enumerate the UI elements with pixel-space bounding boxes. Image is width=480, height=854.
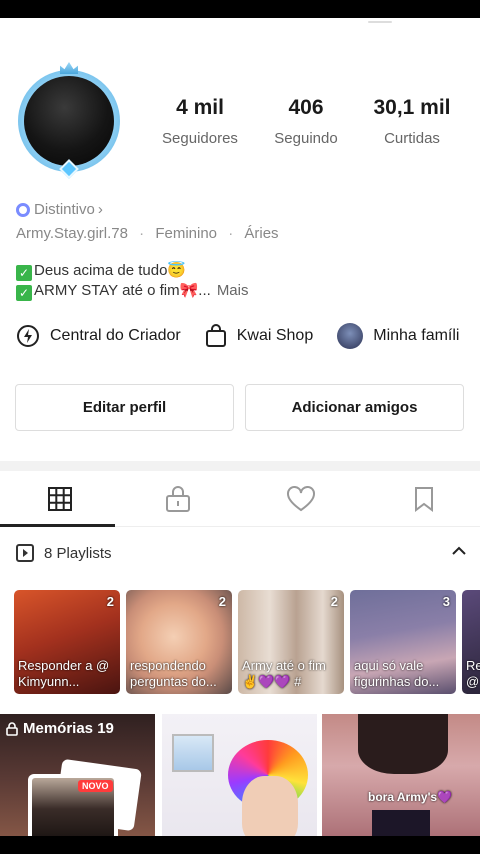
- frame-crown-icon: [60, 62, 78, 74]
- add-friends-button[interactable]: Adicionar amigos: [245, 384, 464, 431]
- chevron-up-icon[interactable]: [452, 546, 466, 556]
- playlist-caption: respondendo perguntas do...: [130, 658, 217, 689]
- playlist-count: 2: [106, 594, 114, 609]
- video-tile[interactable]: [162, 714, 317, 836]
- bio-line-1-text: Deus acima de tudo: [34, 262, 168, 279]
- profile-info: Army.Stay.girl.78 · Feminino · Áries: [16, 225, 279, 242]
- status-indicator: [368, 21, 392, 23]
- tab-posts[interactable]: [0, 471, 120, 527]
- bio-ellipsis: ...: [198, 282, 211, 299]
- creator-center-link[interactable]: Central do Criador: [16, 324, 181, 348]
- chevron-right-icon: ›: [97, 201, 103, 218]
- memories-tile[interactable]: Memórias 19 NOVO: [0, 714, 155, 836]
- lightning-icon: [16, 324, 40, 348]
- playlist-card[interactable]: 2 respondendo perguntas do...: [126, 590, 232, 694]
- badge-link[interactable]: Distintivo ›: [16, 201, 103, 218]
- separator: ·: [228, 225, 234, 242]
- kwai-shop-label: Kwai Shop: [236, 327, 314, 344]
- family-avatar: [337, 323, 364, 349]
- grid-icon: [48, 487, 72, 511]
- video-caption: bora Army's💜: [368, 790, 453, 804]
- bio-emoji: 🎀: [179, 282, 199, 299]
- bookmark-icon: [415, 487, 433, 512]
- person-hair: [358, 714, 448, 774]
- person-face: [242, 776, 298, 836]
- playlist-caption: Army até o fim ✌💜💜 #: [242, 658, 326, 689]
- playlist-count: 3: [442, 594, 450, 609]
- heart-icon: [287, 486, 315, 512]
- edit-profile-button[interactable]: Editar perfil: [15, 384, 234, 431]
- sticker: [372, 810, 430, 836]
- bio-emoji: 😇: [167, 262, 187, 279]
- playlist-card[interactable]: 2 Responder a @ Kimyunn...: [14, 590, 120, 694]
- stat-following-label: Seguindo: [274, 130, 338, 147]
- lock-icon: [166, 486, 190, 512]
- kwai-shop-link[interactable]: Kwai Shop: [205, 324, 314, 348]
- lock-icon: [6, 721, 18, 736]
- playlist-count: 2: [330, 594, 338, 609]
- playlist-count: 2: [218, 594, 226, 609]
- video-thumbnail-frame: [172, 734, 214, 772]
- family-label: Minha famíli: [373, 327, 460, 344]
- playlist-card[interactable]: 3 aqui só vale figurinhas do...: [350, 590, 456, 694]
- avatar-image: [24, 76, 114, 166]
- bio-line-2-text: ARMY STAY até o fim: [34, 282, 180, 299]
- stat-likes-value: 30,1 mil: [373, 96, 451, 119]
- stat-following-value: 406: [288, 96, 324, 119]
- bio: ✓ Deus acima de tudo😇 ✓ ARMY STAY até o fi…: [16, 261, 248, 301]
- playlist-card[interactable]: Re @: [462, 590, 480, 694]
- tab-saved[interactable]: [364, 471, 480, 527]
- check-icon: ✓: [16, 285, 32, 301]
- playlist-caption: aqui só vale figurinhas do...: [354, 658, 440, 689]
- avatar[interactable]: [14, 60, 124, 179]
- memories-title: Memórias 19: [23, 720, 114, 737]
- username: Army.Stay.girl.78: [16, 225, 128, 242]
- profile-screen: 4 mil Seguidores 406 Seguindo 30,1 mil C…: [0, 18, 480, 836]
- playlists-title: 8 Playlists: [44, 544, 112, 562]
- zodiac-sign: Áries: [244, 225, 279, 242]
- family-link[interactable]: Minha famíli: [337, 323, 459, 349]
- playlists-header[interactable]: 8 Playlists: [16, 544, 466, 562]
- memories-label: Memórias 19: [6, 720, 114, 737]
- badge-icon: [16, 202, 30, 217]
- profile-links: Central do Criador Kwai Shop Minha famíl…: [16, 323, 480, 349]
- stat-followers-value: 4 mil: [176, 96, 224, 119]
- stat-likes[interactable]: 30,1 mil Curtidas: [364, 96, 460, 147]
- stat-likes-label: Curtidas: [384, 130, 440, 147]
- bio-more-link[interactable]: Mais: [217, 282, 249, 299]
- shopping-bag-icon: [205, 324, 227, 348]
- section-divider: [0, 461, 480, 471]
- creator-center-label: Central do Criador: [50, 327, 181, 344]
- playlist-card[interactable]: 2 Army até o fim ✌💜💜 #: [238, 590, 344, 694]
- playlist-icon: [16, 544, 34, 562]
- content-tabs: [0, 471, 480, 527]
- stat-followers[interactable]: 4 mil Seguidores: [158, 96, 242, 147]
- playlist-caption: Responder a @ Kimyunn...: [18, 658, 110, 689]
- bio-line-2: ✓ ARMY STAY até o fim🎀... Mais: [16, 281, 248, 301]
- tab-private[interactable]: [118, 471, 238, 527]
- tab-liked[interactable]: [241, 471, 361, 527]
- separator: ·: [139, 225, 145, 242]
- stat-following[interactable]: 406 Seguindo: [268, 96, 344, 147]
- badge-label: Distintivo: [34, 201, 95, 218]
- active-tab-indicator: [0, 524, 115, 527]
- stat-followers-label: Seguidores: [162, 130, 238, 147]
- bio-line-1: ✓ Deus acima de tudo😇: [16, 261, 248, 281]
- video-tile[interactable]: bora Army's💜: [322, 714, 480, 836]
- new-badge: NOVO: [78, 780, 113, 792]
- check-icon: ✓: [16, 265, 32, 281]
- playlist-caption: Re @: [466, 658, 480, 689]
- gender: Feminino: [155, 225, 218, 242]
